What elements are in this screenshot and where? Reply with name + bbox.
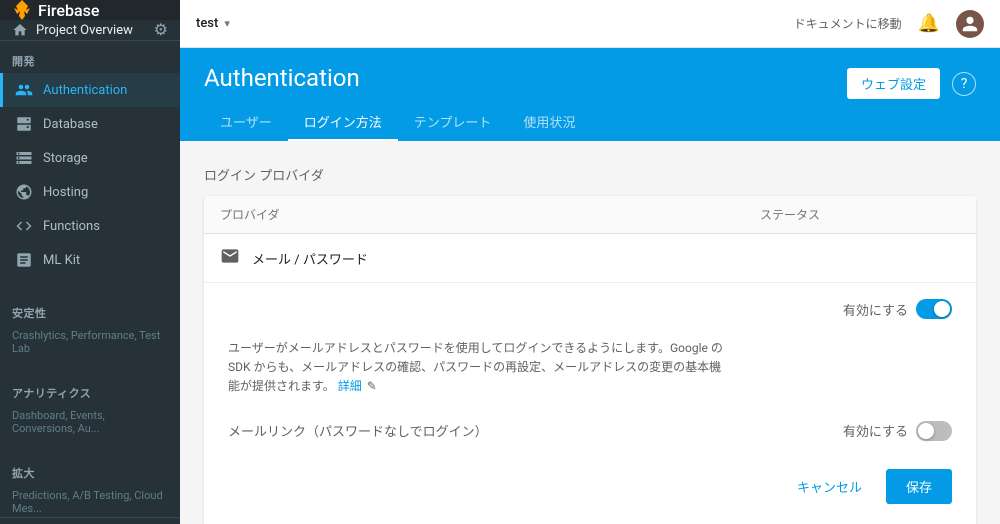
sidebar-item-database[interactable]: Database bbox=[0, 107, 180, 141]
mail-link-enabled-label: 有効にする bbox=[843, 421, 908, 440]
sidebar-item-hosting[interactable]: Hosting bbox=[0, 175, 180, 209]
email-provider-card: メール / パスワード 有効にする ユーザーがメールアドレスとパスワードを使用し… bbox=[204, 234, 976, 524]
sidebar-item-auth-label: Authentication bbox=[43, 83, 127, 98]
sidebar: Firebase Project Overview ⚙ 開発 Authentic… bbox=[0, 0, 180, 524]
sidebar-item-storage-label: Storage bbox=[43, 151, 88, 166]
sidebar-item-functions[interactable]: Functions bbox=[0, 209, 180, 243]
toggle-knob bbox=[934, 301, 950, 317]
mail-link-row: メールリンク（パスワードなしでログイン） 有効にする bbox=[228, 413, 952, 449]
sidebar-item-mlkit[interactable]: ML Kit bbox=[0, 243, 180, 277]
auth-icon bbox=[15, 81, 33, 99]
provider-description: ユーザーがメールアドレスとパスワードを使用してログインできるようにします。Goo… bbox=[228, 339, 728, 397]
tab-templates[interactable]: テンプレート bbox=[398, 104, 508, 141]
web-settings-button[interactable]: ウェブ設定 bbox=[847, 68, 940, 99]
dev-section-label: 開発 bbox=[0, 41, 180, 73]
hosting-icon bbox=[15, 183, 33, 201]
enabled-label: 有効にする bbox=[843, 300, 908, 319]
save-button[interactable]: 保存 bbox=[886, 469, 952, 504]
analytics-section-label: アナリティクス bbox=[0, 373, 180, 405]
functions-icon bbox=[15, 217, 33, 235]
col-status: ステータス bbox=[760, 206, 960, 223]
firebase-logo[interactable]: Firebase bbox=[12, 0, 99, 20]
tab-users[interactable]: ユーザー bbox=[204, 104, 288, 141]
help-icon-label: ? bbox=[961, 76, 968, 92]
page-header: Authentication ウェブ設定 ? ユーザー ログイン方法 テンプレー… bbox=[180, 48, 1000, 141]
project-overview-label: Project Overview bbox=[36, 23, 133, 38]
email-provider-body: 有効にする ユーザーがメールアドレスとパスワードを使用してログインできるようにし… bbox=[204, 282, 976, 524]
page-title: Authentication bbox=[204, 64, 360, 92]
enable-toggle-row: 有効にする bbox=[228, 299, 952, 319]
topbar-project: test bbox=[196, 16, 218, 31]
firebase-name: Firebase bbox=[38, 1, 99, 20]
card-actions: キャンセル 保存 bbox=[228, 469, 952, 504]
settings-button[interactable]: ⚙ bbox=[154, 20, 168, 40]
sidebar-bottom: Spark 無料 $0/月 アップグレード bbox=[0, 517, 180, 524]
analytics-sub-label: Dashboard, Events, Conversions, Au... bbox=[0, 405, 180, 437]
docs-link[interactable]: ドキュメントに移動 bbox=[794, 15, 902, 32]
section-title: ログイン プロバイダ bbox=[204, 165, 976, 184]
project-row[interactable]: Project Overview ⚙ bbox=[0, 20, 180, 41]
tab-usage[interactable]: 使用状況 bbox=[507, 104, 591, 141]
avatar[interactable] bbox=[956, 10, 984, 38]
expand-sub-label: Predictions, A/B Testing, Cloud Mes... bbox=[0, 485, 180, 517]
main-content: test ▾ ドキュメントに移動 🔔 Authentication ウェブ設定 … bbox=[180, 0, 1000, 524]
email-icon bbox=[220, 246, 240, 270]
sidebar-item-authentication[interactable]: Authentication bbox=[0, 73, 180, 107]
topbar: test ▾ ドキュメントに移動 🔔 bbox=[180, 0, 1000, 48]
cancel-button[interactable]: キャンセル bbox=[781, 469, 878, 504]
table-header: プロバイダ ステータス bbox=[204, 196, 976, 234]
tab-login-method[interactable]: ログイン方法 bbox=[288, 104, 398, 141]
email-provider-header[interactable]: メール / パスワード bbox=[204, 234, 976, 282]
stability-section-label: 安定性 bbox=[0, 293, 180, 325]
help-icon[interactable]: ? bbox=[952, 72, 976, 96]
expand-section-label: 拡大 bbox=[0, 453, 180, 485]
sidebar-item-mlkit-label: ML Kit bbox=[43, 253, 80, 268]
bell-icon[interactable]: 🔔 bbox=[918, 13, 940, 34]
mail-link-label: メールリンク（パスワードなしでログイン） bbox=[228, 421, 488, 440]
stability-sub-label: Crashlytics, Performance, Test Lab bbox=[0, 325, 180, 357]
col-provider: プロバイダ bbox=[220, 206, 760, 223]
sidebar-item-storage[interactable]: Storage bbox=[0, 141, 180, 175]
email-provider-name: メール / パスワード bbox=[252, 249, 368, 268]
database-icon bbox=[15, 115, 33, 133]
fire-icon bbox=[12, 0, 32, 20]
mail-link-toggle[interactable] bbox=[916, 421, 952, 441]
provider-table: プロバイダ ステータス メール / パスワード 有効にする bbox=[204, 196, 976, 524]
sidebar-item-hosting-label: Hosting bbox=[43, 185, 88, 200]
sidebar-item-functions-label: Functions bbox=[43, 219, 100, 234]
topbar-chevron: ▾ bbox=[224, 17, 230, 30]
detail-link[interactable]: 詳細 bbox=[338, 379, 362, 393]
content-area: ログイン プロバイダ プロバイダ ステータス メール / パスワード 有効にする bbox=[180, 141, 1000, 524]
enable-toggle[interactable] bbox=[916, 299, 952, 319]
home-icon bbox=[12, 22, 28, 38]
mlkit-icon bbox=[15, 251, 33, 269]
sidebar-header: Firebase bbox=[0, 0, 180, 20]
storage-icon bbox=[15, 149, 33, 167]
sidebar-item-database-label: Database bbox=[43, 117, 98, 132]
page-tabs: ユーザー ログイン方法 テンプレート 使用状況 bbox=[204, 104, 976, 141]
mail-link-toggle-knob bbox=[918, 423, 934, 439]
